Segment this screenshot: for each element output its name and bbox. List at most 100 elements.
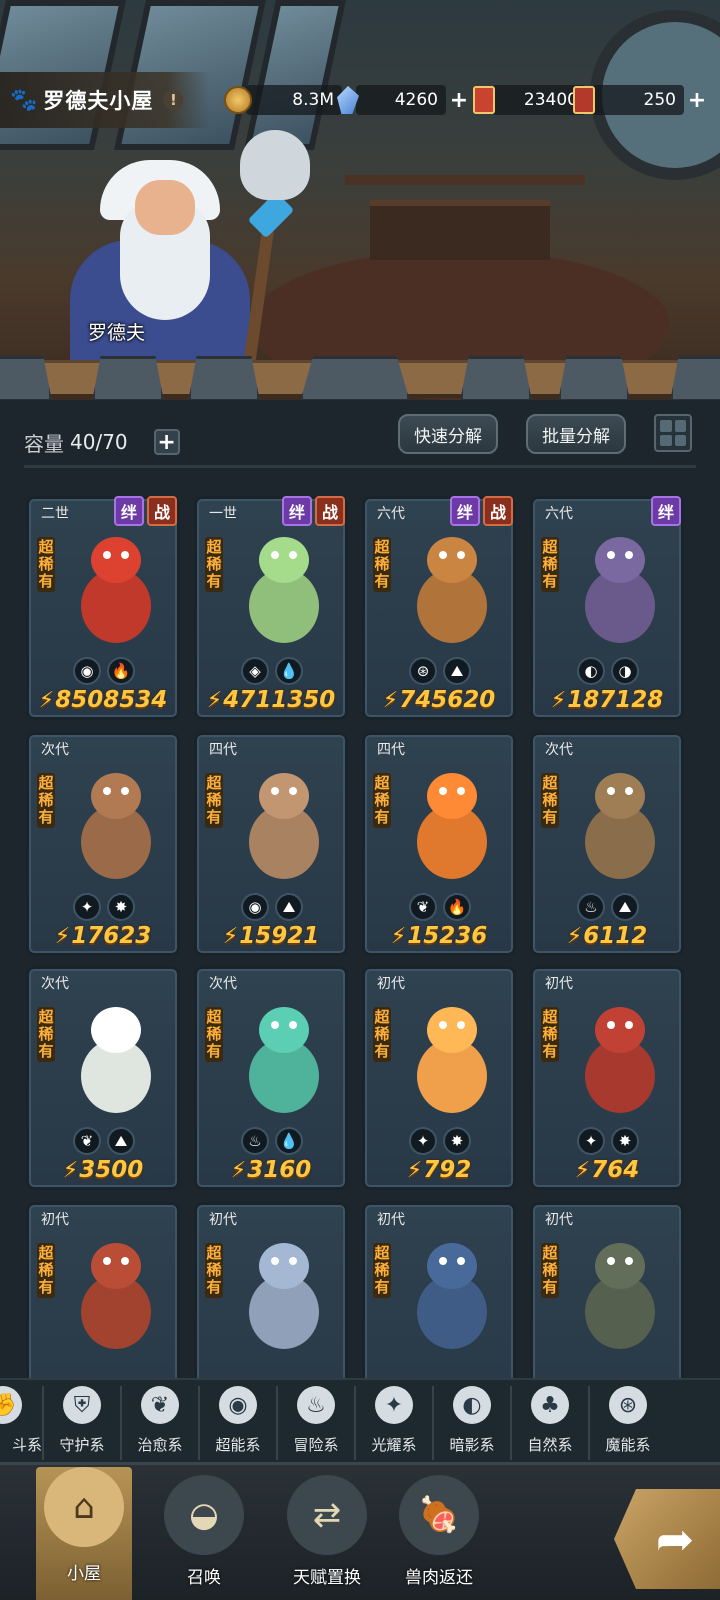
info-icon[interactable]: !	[163, 90, 184, 110]
element-icon: ⊛	[409, 657, 437, 685]
power-number: 8508534	[55, 687, 168, 713]
nav-house[interactable]: ⌂ 小屋	[36, 1467, 132, 1600]
desk	[370, 200, 550, 260]
pet-portrait	[227, 1235, 337, 1355]
element-filter-4[interactable]: ◉ 超能系	[198, 1386, 276, 1460]
element-icon: ◉	[73, 657, 101, 685]
element-icon: ⛰	[107, 1127, 135, 1155]
generation-label: 初代	[545, 976, 573, 992]
element-filter-1[interactable]: ✊ 斗系	[0, 1386, 42, 1460]
pet-card[interactable]: 初代超稀有	[362, 1202, 516, 1380]
pet-card[interactable]: 初代超稀有	[194, 1202, 348, 1380]
element-filter-label: 超能系	[215, 1436, 261, 1454]
element-icon: 💧	[275, 657, 303, 685]
power-number: 15236	[407, 923, 488, 949]
bond-tag: 绊	[114, 496, 144, 526]
nav-meat[interactable]: 🍖 兽肉返还	[380, 1475, 498, 1600]
generation-label: 次代	[41, 742, 69, 758]
power-value: ⚡764	[533, 1157, 681, 1183]
element-filter-2[interactable]: ⛨ 守护系	[42, 1386, 120, 1460]
house-icon: ⌂	[44, 1467, 124, 1547]
element-filter-7[interactable]: ◐ 暗影系	[432, 1386, 510, 1460]
generation-label: 次代	[41, 976, 69, 992]
power-value: ⚡4711350	[197, 687, 345, 713]
pet-card[interactable]: 一世绊战超稀有 ◈ 💧 ⚡4711350	[194, 496, 348, 720]
power-number: 3500	[79, 1157, 144, 1183]
bond-tag: 绊	[282, 496, 312, 526]
scroll-ticket-resource: 250 +	[568, 84, 708, 116]
pet-card[interactable]: 次代超稀有 ♨ 💧 ⚡3160	[194, 966, 348, 1190]
tag-group: 绊	[651, 496, 681, 526]
power-icon: ⚡	[206, 688, 223, 713]
shelf	[345, 175, 585, 185]
element-filter-5[interactable]: ♨ 冒险系	[276, 1386, 354, 1460]
power-icon: ⚡	[566, 924, 583, 949]
nav-swap[interactable]: ⇄ 天赋置换	[268, 1475, 386, 1600]
rarity-badge: 超稀有	[541, 773, 559, 828]
nav-label: 召唤	[187, 1568, 221, 1588]
crystal-resource: 4260 +	[332, 84, 470, 116]
element-filter-label: 斗系	[11, 1436, 42, 1454]
pet-portrait	[563, 1235, 673, 1355]
magic-ring-icon: ⊛	[609, 1386, 647, 1424]
element-filter-3[interactable]: ❦ 治愈系	[120, 1386, 198, 1460]
add-crystal-button[interactable]: +	[448, 88, 470, 113]
pet-card[interactable]: 六代绊超稀有 ◐ ◑ ⚡187128	[530, 496, 684, 720]
quick-decompose-button[interactable]: 快速分解	[398, 414, 498, 454]
element-icons: ✦ ✸	[577, 1127, 639, 1155]
curved-arrow-icon[interactable]: ➦	[614, 1489, 720, 1589]
pet-card[interactable]: 初代超稀有 ✦ ✸ ⚡792	[362, 966, 516, 1190]
element-filter-label: 自然系	[527, 1436, 573, 1454]
power-value: ⚡8508534	[29, 687, 177, 713]
generation-label: 初代	[41, 1212, 69, 1228]
pet-card[interactable]: 二世绊战超稀有 ◉ 🔥 ⚡8508534	[26, 496, 180, 720]
crystal-icon	[332, 84, 364, 116]
beam-bracket	[300, 356, 410, 400]
rarity-badge: 超稀有	[37, 773, 55, 828]
power-number: 745620	[399, 687, 496, 713]
power-icon: ⚡	[550, 688, 567, 713]
add-scroll-ticket-button[interactable]: +	[686, 88, 708, 113]
owl	[240, 130, 310, 200]
pet-card[interactable]: 六代绊战超稀有 ⊛ ⛰ ⚡745620	[362, 496, 516, 720]
pet-card[interactable]: 四代超稀有 ◉ ⛰ ⚡15921	[194, 732, 348, 956]
grid-view-icon[interactable]	[654, 414, 692, 452]
pet-card[interactable]: 初代超稀有	[26, 1202, 180, 1380]
power-value: ⚡792	[365, 1157, 513, 1183]
tag-group: 绊战	[114, 496, 177, 526]
expand-capacity-button[interactable]: +	[153, 429, 180, 455]
element-icon: ✸	[611, 1127, 639, 1155]
pet-card[interactable]: 次代超稀有 ✦ ✸ ⚡17623	[26, 732, 180, 956]
beam-bracket	[670, 356, 720, 400]
generation-label: 初代	[209, 1212, 237, 1228]
element-icon: ✦	[577, 1127, 605, 1155]
batch-decompose-button[interactable]: 批量分解	[526, 414, 626, 454]
element-icon: ⛰	[611, 893, 639, 921]
element-icon: ◉	[241, 893, 269, 921]
pet-portrait	[395, 999, 505, 1119]
element-icon: 💧	[275, 1127, 303, 1155]
pet-card[interactable]: 初代超稀有	[530, 1202, 684, 1380]
pet-card[interactable]: 次代超稀有 ♨ ⛰ ⚡6112	[530, 732, 684, 956]
leaf-icon: ♣	[531, 1386, 569, 1424]
power-value: ⚡6112	[533, 923, 681, 949]
power-icon: ⚡	[390, 924, 407, 949]
power-number: 6112	[583, 923, 648, 949]
generation-label: 初代	[377, 1212, 405, 1228]
element-icon: 🔥	[107, 657, 135, 685]
eye-icon: ◐	[453, 1386, 491, 1424]
npc-name: 罗德夫	[88, 322, 146, 344]
wizard-npc[interactable]	[40, 160, 270, 370]
element-filter-label: 光耀系	[371, 1436, 417, 1454]
element-icons: ✦ ✸	[409, 1127, 471, 1155]
pet-card[interactable]: 四代超稀有 ❦ 🔥 ⚡15236	[362, 732, 516, 956]
gold-value: 8.3M	[246, 85, 342, 115]
pet-portrait	[227, 765, 337, 885]
element-filter-6[interactable]: ✦ 光耀系	[354, 1386, 432, 1460]
pet-card[interactable]: 次代超稀有 ❦ ⛰ ⚡3500	[26, 966, 180, 1190]
nav-egg[interactable]: ◒ 召唤	[156, 1475, 252, 1600]
pet-card[interactable]: 初代超稀有 ✦ ✸ ⚡764	[530, 966, 684, 1190]
pet-portrait	[563, 999, 673, 1119]
element-filter-9[interactable]: ⊛ 魔能系	[588, 1386, 666, 1460]
element-filter-8[interactable]: ♣ 自然系	[510, 1386, 588, 1460]
